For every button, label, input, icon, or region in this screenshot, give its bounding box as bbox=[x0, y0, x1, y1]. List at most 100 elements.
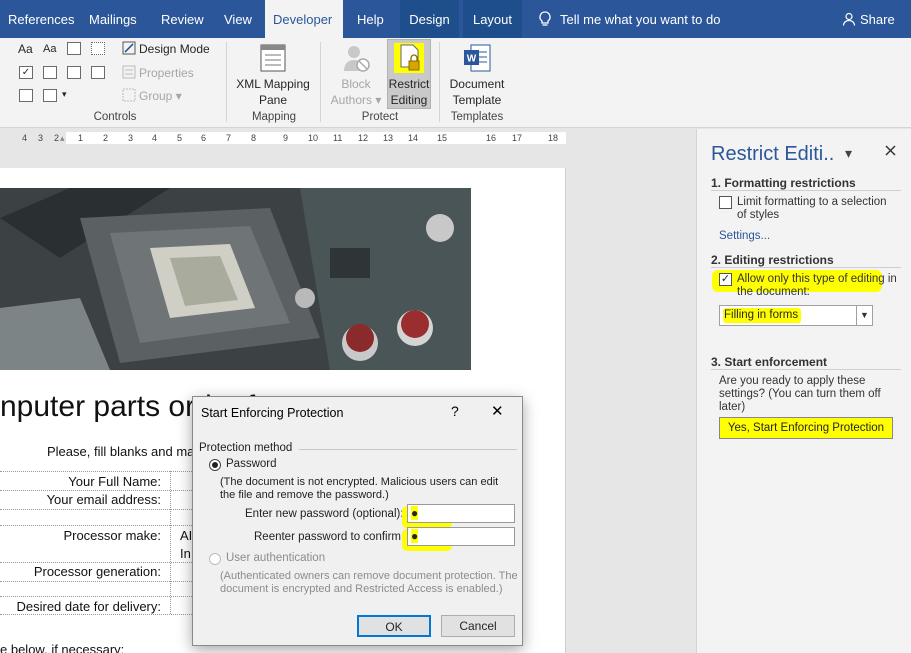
ruler-indent-marker[interactable]: ▴ bbox=[60, 132, 65, 144]
start-enforcing-button[interactable]: Yes, Start Enforcing Protection bbox=[719, 417, 893, 439]
ruler-mark: 3 bbox=[128, 133, 134, 143]
ruler-mark: 1 bbox=[78, 133, 84, 143]
pane-options-dropdown[interactable]: ▾ bbox=[845, 145, 852, 162]
ruler-mark: 4 bbox=[152, 133, 158, 143]
group-button[interactable]: Group ▾ bbox=[122, 88, 182, 103]
ribbon: Aa Aa ✓ ▾ Design Mode Properties Group ▾… bbox=[0, 38, 911, 128]
horizontal-ruler[interactable]: 4 3 2 ▴ 1 2 3 4 5 6 7 8 9 10 11 12 13 14… bbox=[0, 129, 695, 147]
properties-label: Properties bbox=[139, 66, 194, 80]
settings-link[interactable]: Settings... bbox=[719, 230, 770, 242]
dropdown-list-control-icon[interactable] bbox=[67, 66, 81, 79]
password-option-label[interactable]: Password bbox=[226, 458, 277, 470]
limit-formatting-checkbox[interactable] bbox=[719, 196, 732, 209]
editing-type-value: Filling in forms bbox=[723, 308, 802, 323]
ruler-mark: 13 bbox=[383, 133, 394, 143]
checkbox-control-icon[interactable]: ✓ bbox=[19, 66, 33, 79]
xml-mapping-pane-button[interactable]: XML Mapping Pane bbox=[230, 43, 316, 108]
ruler-mark: 12 bbox=[358, 133, 369, 143]
tell-me-text: Tell me what you want to do bbox=[560, 12, 721, 27]
confirm-password-label: Reenter password to confirm: bbox=[254, 531, 405, 543]
tab-layout[interactable]: Layout bbox=[463, 0, 522, 38]
section-rule bbox=[711, 267, 901, 268]
table-border bbox=[0, 596, 196, 597]
ruler-mark: 2 bbox=[54, 133, 60, 143]
document-template-button[interactable]: W Document Template bbox=[443, 43, 511, 108]
rich-text-control-icon[interactable]: Aa bbox=[18, 42, 33, 56]
group-separator bbox=[226, 42, 227, 122]
pane-title: Restrict Editi.. bbox=[711, 143, 835, 165]
user-authentication-radio[interactable] bbox=[209, 553, 221, 565]
field-label-full-name: Your Full Name: bbox=[68, 474, 161, 489]
user-authentication-label[interactable]: User authentication bbox=[226, 552, 325, 564]
ok-button[interactable]: OK bbox=[357, 615, 431, 637]
ruler-mark: 3 bbox=[38, 133, 44, 143]
combo-box-control-icon[interactable] bbox=[43, 66, 57, 79]
new-password-input[interactable]: ● bbox=[407, 504, 515, 523]
block-authors-label-text: Authors bbox=[330, 93, 372, 107]
restrict-editing-button[interactable]: Restrict Editing bbox=[387, 39, 431, 109]
processor-make-value-2[interactable]: In bbox=[180, 546, 191, 561]
properties-button[interactable]: Properties bbox=[122, 65, 194, 80]
tab-view[interactable]: View bbox=[216, 0, 260, 38]
formatting-restrictions-heading: 1. Formatting restrictions bbox=[711, 176, 856, 190]
pane-close-button[interactable] bbox=[885, 141, 896, 161]
tell-me-search[interactable]: Tell me what you want to do bbox=[538, 0, 720, 38]
repeating-section-icon[interactable] bbox=[43, 89, 57, 102]
confirm-password-input[interactable]: ● bbox=[407, 527, 515, 546]
design-mode-icon bbox=[122, 41, 136, 55]
group-icon bbox=[122, 88, 136, 102]
ribbon-tab-bar: References Mailings Review View Develope… bbox=[0, 0, 911, 38]
ruler-mark: 4 bbox=[22, 133, 28, 143]
block-authors-button[interactable]: Block Authors ▾ bbox=[327, 43, 385, 108]
processor-make-value[interactable]: AI bbox=[180, 528, 192, 543]
field-label-email: Your email address: bbox=[46, 492, 161, 507]
picture-control-icon[interactable] bbox=[67, 42, 81, 55]
field-label-delivery-date: Desired date for delivery: bbox=[16, 599, 161, 614]
date-picker-control-icon[interactable] bbox=[91, 66, 105, 79]
block-authors-label-line1: Block bbox=[341, 77, 371, 91]
mapping-group-label: Mapping bbox=[251, 111, 297, 123]
share-button[interactable]: Share bbox=[842, 0, 895, 38]
dialog-close-button[interactable]: ✕ bbox=[491, 402, 504, 420]
table-border bbox=[0, 614, 196, 615]
dialog-help-button[interactable]: ? bbox=[451, 403, 459, 419]
table-border bbox=[0, 471, 196, 472]
group-separator bbox=[439, 42, 440, 122]
user-authentication-note: (Authenticated owners can remove documen… bbox=[220, 570, 518, 595]
editing-type-select[interactable]: Filling in forms ▼ bbox=[719, 305, 873, 326]
tab-mailings[interactable]: Mailings bbox=[81, 0, 145, 38]
controls-group-label: Controls bbox=[93, 111, 137, 123]
xml-mapping-label-line2: Pane bbox=[258, 93, 288, 107]
tab-references[interactable]: References bbox=[0, 0, 82, 38]
ruler-mark: 11 bbox=[333, 133, 343, 143]
password-radio[interactable] bbox=[209, 459, 221, 471]
chevron-down-icon: ▾ bbox=[62, 89, 67, 99]
properties-icon bbox=[122, 65, 136, 79]
block-authors-icon bbox=[344, 46, 370, 72]
ruler-mark: 17 bbox=[512, 133, 523, 143]
table-border bbox=[0, 562, 196, 563]
field-label-processor-generation: Processor generation: bbox=[33, 564, 161, 579]
restrict-editing-label-line1: Restrict bbox=[388, 77, 430, 91]
tab-developer[interactable]: Developer bbox=[265, 0, 343, 38]
design-mode-label: Design Mode bbox=[139, 42, 210, 56]
tab-review[interactable]: Review bbox=[153, 0, 212, 38]
lightbulb-icon bbox=[539, 11, 551, 26]
cpu-socket-photo bbox=[0, 188, 471, 370]
restrict-editing-label-line2: Editing bbox=[390, 93, 428, 107]
plain-text-control-icon[interactable]: Aa bbox=[43, 43, 56, 55]
building-block-control-icon[interactable] bbox=[91, 42, 105, 55]
design-mode-button[interactable]: Design Mode bbox=[122, 41, 210, 56]
close-icon bbox=[885, 145, 896, 156]
ruler-mark: 6 bbox=[201, 133, 207, 143]
restrict-editing-icon bbox=[394, 43, 424, 73]
tab-help[interactable]: Help bbox=[349, 0, 392, 38]
legacy-tools-icon[interactable] bbox=[19, 89, 33, 102]
confirm-password-mask: ● bbox=[411, 529, 419, 543]
allow-editing-checkbox[interactable]: ✓ bbox=[719, 273, 732, 286]
password-note: (The document is not encrypted. Maliciou… bbox=[220, 476, 499, 501]
person-icon bbox=[842, 12, 856, 26]
cpu-socket-illustration bbox=[0, 188, 471, 370]
tab-design[interactable]: Design bbox=[400, 0, 459, 38]
cancel-button[interactable]: Cancel bbox=[441, 615, 515, 637]
